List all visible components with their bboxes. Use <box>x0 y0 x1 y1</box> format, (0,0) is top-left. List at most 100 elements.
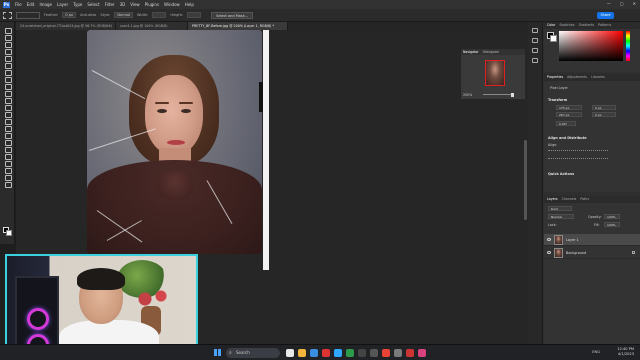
tab-patterns[interactable]: Patterns <box>598 22 611 29</box>
width-input[interactable] <box>152 12 167 18</box>
minimize-button[interactable]: — <box>607 1 611 6</box>
color-picker-field[interactable] <box>559 31 623 61</box>
menu-plugins[interactable]: Plugins <box>145 2 159 7</box>
quick-select-tool-icon[interactable] <box>4 56 12 62</box>
language-indicator[interactable]: ENG <box>592 350 600 354</box>
file-explorer-icon[interactable] <box>298 349 306 357</box>
share-button[interactable]: Share <box>597 12 614 19</box>
selection-mode-buttons[interactable] <box>16 11 40 19</box>
app-icon[interactable] <box>322 349 330 357</box>
taskbar-search[interactable]: Search <box>226 348 280 358</box>
navigator-zoom-slider[interactable] <box>483 94 513 95</box>
tab-gradients[interactable]: Gradients <box>579 22 595 29</box>
blend-mode-select[interactable]: Normal <box>548 214 574 219</box>
feather-input[interactable]: 0 px <box>62 12 77 18</box>
layer-kind-filter[interactable]: Kind <box>548 206 572 211</box>
type-tool-icon[interactable] <box>4 147 12 153</box>
app-icon[interactable] <box>406 349 414 357</box>
app-icon[interactable] <box>418 349 426 357</box>
menu-help[interactable]: Help <box>185 2 194 7</box>
tab-document-active[interactable]: PRETTY_BF-Before.jpg @ 200% (Layer 1, RG… <box>188 22 288 30</box>
history-panel-icon[interactable] <box>532 28 538 33</box>
brush-settings-icon[interactable] <box>532 48 538 53</box>
layer-row-layer-1[interactable]: Layer 1 <box>544 234 640 246</box>
layer-row-background[interactable]: Background <box>544 247 640 259</box>
gradient-tool-icon[interactable] <box>4 119 12 125</box>
menu-view[interactable]: View <box>130 2 140 7</box>
fill-field[interactable]: 100% <box>604 222 620 227</box>
clone-stamp-tool-icon[interactable] <box>4 98 12 104</box>
visibility-eye-icon[interactable] <box>547 251 551 254</box>
eyedropper-tool-icon[interactable] <box>4 77 12 83</box>
taskbar-clock[interactable]: 12:40 PM 4/1/2023 <box>617 347 634 357</box>
height-field[interactable]: 267 px <box>556 112 582 117</box>
frame-tool-icon[interactable] <box>4 70 12 76</box>
app-icon[interactable] <box>346 349 354 357</box>
menu-layer[interactable]: Layer <box>57 2 68 7</box>
more-tools-icon[interactable] <box>4 182 12 188</box>
align-section-header[interactable]: Align and Distribute <box>548 136 587 140</box>
photoshop-taskbar-icon[interactable] <box>334 349 342 357</box>
tab-libraries[interactable]: Libraries <box>591 74 605 81</box>
hand-tool-icon[interactable] <box>4 168 12 174</box>
align-buttons-row[interactable] <box>548 150 608 154</box>
marquee-tool-icon[interactable] <box>3 11 12 19</box>
menu-window[interactable]: Window <box>164 2 180 7</box>
tab-layers[interactable]: Layers <box>547 196 558 203</box>
anti-alias-checkbox[interactable]: Anti-alias <box>80 13 96 17</box>
hue-slider[interactable] <box>626 31 630 61</box>
tab-swatches[interactable]: Swatches <box>559 22 574 29</box>
navigator-zoom-knob[interactable] <box>511 93 514 97</box>
menu-filter[interactable]: Filter <box>105 2 115 7</box>
tab-navigator[interactable]: Navigator <box>463 49 479 55</box>
menu-edit[interactable]: Edit <box>27 2 35 7</box>
transform-section-header[interactable]: Transform <box>548 98 567 102</box>
path-selection-tool-icon[interactable] <box>4 154 12 160</box>
tab-properties[interactable]: Properties <box>547 74 563 81</box>
app-icon[interactable] <box>370 349 378 357</box>
tab-document-1[interactable]: 24-scratched_original-731a4d24.jpg @ 56.… <box>16 22 116 30</box>
pen-tool-icon[interactable] <box>4 140 12 146</box>
obs-icon[interactable] <box>358 349 366 357</box>
eraser-tool-icon[interactable] <box>4 112 12 118</box>
tab-histogram[interactable]: Histogram <box>483 49 500 55</box>
paragraph-panel-icon[interactable] <box>532 58 538 63</box>
healing-brush-tool-icon[interactable] <box>4 84 12 90</box>
tab-channels[interactable]: Channels <box>562 196 577 203</box>
angle-field[interactable]: 0.00° <box>556 121 576 126</box>
style-select[interactable]: Normal <box>114 12 133 18</box>
menu-file[interactable]: File <box>15 2 22 7</box>
tab-paths[interactable]: Paths <box>580 196 589 203</box>
tab-color[interactable]: Color <box>547 22 555 29</box>
history-brush-tool-icon[interactable] <box>4 105 12 111</box>
select-and-mask-button[interactable]: Select and Mask... <box>211 11 254 19</box>
maximize-button[interactable]: ▢ <box>620 1 624 6</box>
background-color-swatch[interactable] <box>6 230 12 236</box>
opacity-field[interactable]: 100% <box>604 214 620 219</box>
dodge-tool-icon[interactable] <box>4 133 12 139</box>
distribute-buttons-row[interactable] <box>548 158 608 162</box>
brush-tool-icon[interactable] <box>4 91 12 97</box>
x-field[interactable]: 0 px <box>592 105 616 110</box>
app-icon[interactable] <box>394 349 402 357</box>
task-view-icon[interactable] <box>286 349 294 357</box>
windows-start-icon[interactable] <box>214 349 221 356</box>
navigator-zoom-value[interactable]: 200% <box>463 93 472 97</box>
artboard-tool-icon[interactable] <box>4 35 12 41</box>
zoom-tool-icon[interactable] <box>4 175 12 181</box>
quick-actions-header[interactable]: Quick Actions <box>548 172 574 176</box>
menu-image[interactable]: Image <box>39 2 52 7</box>
edge-browser-icon[interactable] <box>310 349 318 357</box>
restored-portrait-photo[interactable] <box>87 30 262 254</box>
y-field[interactable]: 0 px <box>592 112 616 117</box>
navigator-thumbnail[interactable] <box>485 60 505 86</box>
lasso-tool-icon[interactable] <box>4 49 12 55</box>
tab-adjustments[interactable]: Adjustments <box>567 74 587 81</box>
close-button[interactable]: ✕ <box>633 1 636 6</box>
move-tool-icon[interactable] <box>4 28 12 34</box>
menu-type[interactable]: Type <box>73 2 82 7</box>
menu-3d[interactable]: 3D <box>120 2 126 7</box>
crop-tool-icon[interactable] <box>4 63 12 69</box>
width-field[interactable]: 175 px <box>556 105 582 110</box>
height-input[interactable] <box>187 12 202 18</box>
